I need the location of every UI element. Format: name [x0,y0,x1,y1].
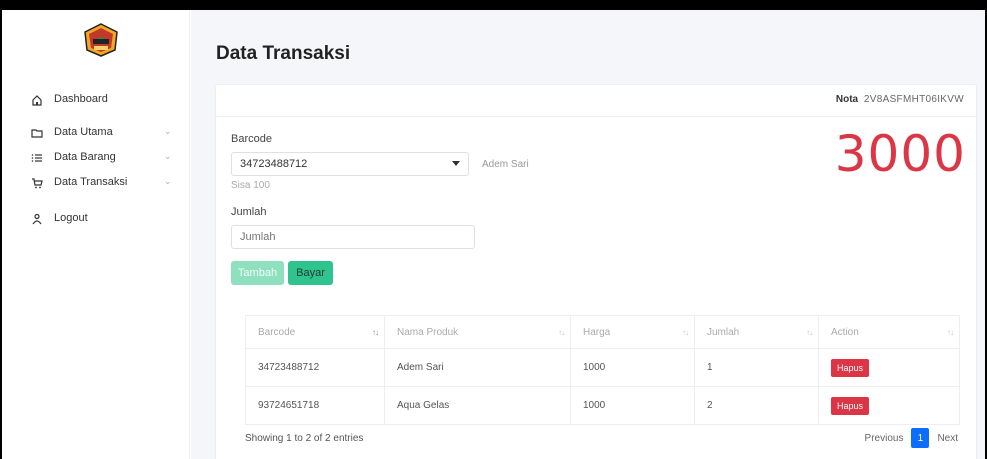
cell-action: Hapus [818,386,960,425]
column-header-harga[interactable]: Harga ↑↓ [570,315,695,349]
folder-icon [30,126,44,140]
sort-icon: ↑↓ [806,328,813,337]
caret-down-icon [452,161,460,166]
pagination: Previous 1 Next [865,428,958,448]
tambah-button[interactable]: Tambah [231,261,284,285]
nota-title: Nota [835,94,859,105]
table-row: 34723488712 Adem Sari 1000 1 Hapus [245,348,960,387]
column-header-jumlah[interactable]: Jumlah ↑↓ [694,315,819,349]
column-header-barcode[interactable]: Barcode ↑↓ [245,315,385,349]
barcode-label: Barcode [231,133,272,145]
cell-harga: 1000 [570,386,695,425]
user-icon [30,212,44,226]
transaction-card: Nota 2V8ASFMHT06IKVW 3000 Barcode 347234… [215,84,977,459]
table-row: 93724651718 Aqua Gelas 1000 2 Hapus [245,386,960,425]
sidebar-item-data-barang[interactable]: Data Barang ⌄ [2,147,190,169]
hapus-button[interactable]: Hapus [831,358,870,377]
sort-icon: ↑↓ [372,328,379,337]
jumlah-label: Jumlah [231,206,267,218]
jumlah-input[interactable] [231,225,475,249]
page-number-button[interactable]: 1 [911,428,930,448]
nota-label: Nota 2V8ASFMHT06IKVW [836,94,964,105]
sidebar-item-data-transaksi[interactable]: Data Transaksi ⌄ [2,172,190,194]
barcode-select[interactable]: 34723488712 [231,152,469,176]
sidebar-item-logout[interactable]: Logout [2,208,190,230]
sort-icon: ↑↓ [558,328,565,337]
chevron-down-icon: ⌄ [164,176,172,186]
stock-text: Sisa 100 [231,180,270,191]
product-name: Adem Sari [482,159,529,170]
sidebar-item-label: Logout [54,212,88,224]
chevron-down-icon: ⌄ [164,151,172,161]
column-header-nama-produk[interactable]: Nama Produk ↑↓ [384,315,571,349]
nota-value: 2V8ASFMHT06IKVW [863,94,964,105]
cell-nama: Adem Sari [384,348,571,387]
hapus-button[interactable]: Hapus [831,396,870,415]
transaction-table: Barcode ↑↓ Nama Produk ↑↓ Harga ↑↓ Jumlah ↑↓… [245,315,960,425]
cell-action: Hapus [818,348,960,387]
sidebar-item-dashboard[interactable]: Dashboard [2,89,190,111]
column-header-action[interactable]: Action ↑↓ [818,315,960,349]
barcode-select-value: 34723488712 [240,158,308,170]
card-header: Nota 2V8ASFMHT06IKVW [216,85,976,117]
previous-page-link[interactable]: Previous [865,433,904,444]
bayar-button[interactable]: Bayar [288,261,333,285]
list-icon [30,151,44,165]
chevron-down-icon: ⌄ [164,126,172,136]
sidebar-item-label: Data Transaksi [54,176,128,188]
cell-barcode: 34723488712 [245,348,385,387]
sidebar-item-label: Dashboard [54,93,108,105]
cell-barcode: 93724651718 [245,386,385,425]
cell-harga: 1000 [570,348,695,387]
cell-jumlah: 2 [694,386,819,425]
cell-nama: Aqua Gelas [384,386,571,425]
sidebar-item-label: Data Utama [54,126,113,138]
table-info: Showing 1 to 2 of 2 entries [245,433,364,444]
page-title: Data Transaksi [216,43,351,64]
sidebar: Dashboard Data Utama ⌄ Data Barang ⌄ Dat… [2,10,190,459]
sort-icon: ↑↓ [947,328,954,337]
sidebar-item-data-utama[interactable]: Data Utama ⌄ [2,122,190,144]
cart-icon [30,176,44,190]
cell-jumlah: 1 [694,348,819,387]
sort-icon: ↑↓ [682,328,689,337]
app-logo [82,22,120,58]
sidebar-item-label: Data Barang [54,151,116,163]
table-header-row: Barcode ↑↓ Nama Produk ↑↓ Harga ↑↓ Jumlah ↑↓… [245,315,960,349]
main-content: Data Transaksi Nota 2V8ASFMHT06IKVW 3000… [191,10,985,459]
next-page-link[interactable]: Next [937,433,958,444]
home-icon [30,93,44,107]
total-amount: 3000 [834,125,966,183]
